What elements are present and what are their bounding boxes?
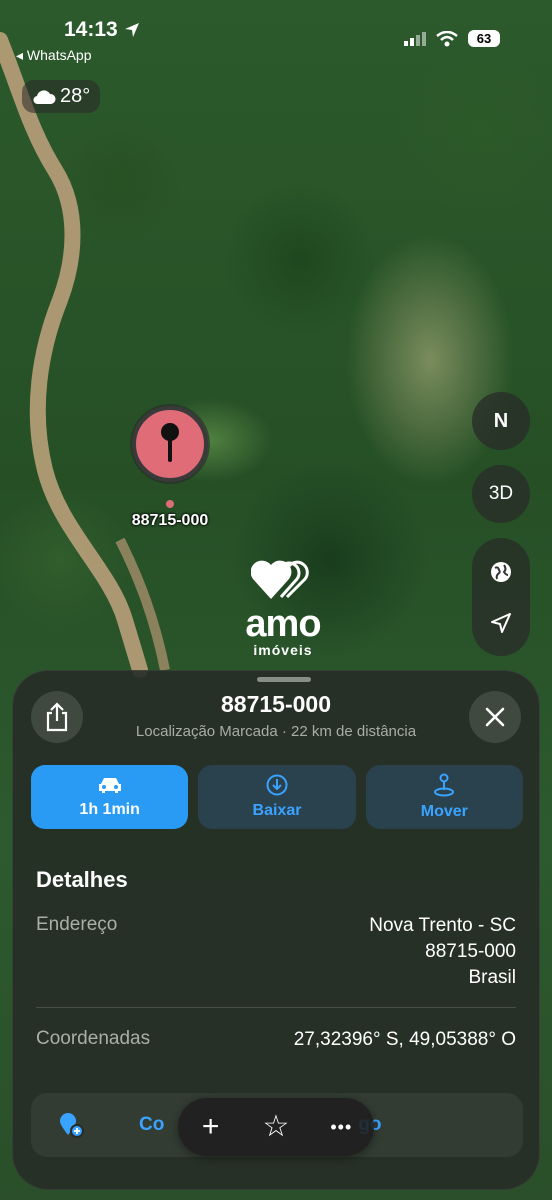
status-time: 14:13 [64,18,140,42]
address-line-1: Nova Trento - SC [369,915,516,936]
address-value[interactable]: Nova Trento - SC 88715-000 Brasil [369,913,516,991]
download-icon [266,774,288,796]
close-button[interactable] [469,691,521,743]
globe-icon[interactable] [489,560,513,584]
move-label: Mover [420,803,468,820]
compass-button[interactable]: N [472,392,530,450]
3d-toggle-button[interactable]: 3D [472,465,530,523]
more-button[interactable]: ••• [316,1112,366,1142]
directions-label: 1h 1min [79,801,140,818]
ellipsis-icon: ••• [330,1117,353,1137]
signal-icon [404,31,426,46]
add-location-icon [60,1113,84,1138]
wifi-icon [436,30,458,46]
address-line-3: Brasil [468,967,516,988]
move-pin-button[interactable]: Mover [365,765,523,829]
coordinates-label: Coordenadas [36,1028,151,1049]
logo-word: amo [245,603,321,645]
battery-indicator: 63 [468,30,500,47]
location-pin[interactable] [128,402,212,508]
car-icon [98,778,121,793]
address-line-2: 88715-000 [425,941,516,962]
3d-label: 3D [488,483,514,504]
clock-text: 14:13 [64,18,118,41]
details-heading: Detalhes [36,867,128,892]
star-icon: ☆ [262,1110,290,1143]
coordinates-value[interactable]: 27,32396° S, 49,05388° O [294,1027,516,1053]
weather-badge[interactable]: 28° [22,80,101,113]
plus-icon: + [201,1110,220,1143]
add-button[interactable]: + [186,1112,236,1142]
sheet-grabber[interactable] [257,677,311,682]
location-arrow-icon [124,23,139,37]
place-title: 88715-000 [221,691,331,717]
download-label: Baixar [252,802,302,819]
status-indicators: 63 [404,30,500,47]
bottom-row-text-left: Co [139,1114,165,1135]
map-control-stack [472,538,530,656]
cloud-icon [33,89,56,104]
amo-imoveis-logo: amo imóveis [228,555,338,658]
divider [36,1007,516,1008]
pin-label: 88715-000 [131,512,209,529]
place-subtitle: Localização Marcada · 22 km de distância [135,723,417,740]
address-label: Endereço [36,914,118,935]
location-arrow-icon[interactable] [490,612,512,634]
action-buttons: 1h 1min Baixar Mover [31,765,523,829]
directions-button[interactable]: 1h 1min [31,765,189,829]
close-icon [485,707,505,727]
temperature-text: 28° [60,85,91,107]
back-to-app-link[interactable]: ◂ WhatsApp [16,47,92,64]
heart-logo-icon [250,560,309,599]
download-button[interactable]: Baixar [198,765,356,829]
compass-letter: N [493,409,509,432]
move-pin-icon [434,773,455,797]
floating-toolbar: + ☆ ••• [178,1098,374,1156]
favorite-button[interactable]: ☆ [251,1112,301,1142]
